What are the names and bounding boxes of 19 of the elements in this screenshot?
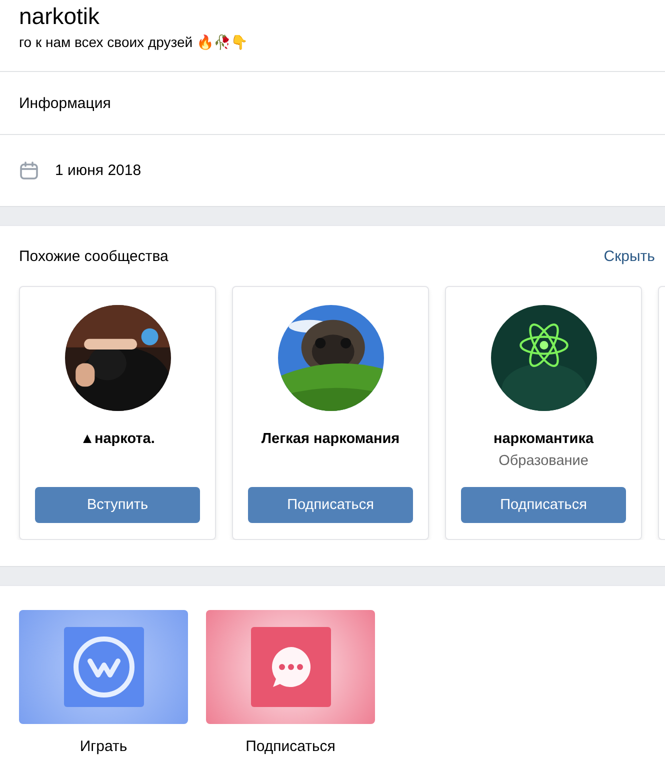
- community-name[interactable]: ▲наркота.: [80, 431, 155, 447]
- app-label: Играть: [80, 738, 128, 755]
- ring-logo-icon: [72, 635, 136, 699]
- subscribe-button[interactable]: Подписаться: [248, 487, 413, 523]
- community-title: narkotik: [19, 2, 101, 30]
- subscribe-button[interactable]: Подписаться: [461, 487, 626, 523]
- app-tile[interactable]: [19, 610, 188, 724]
- calendar-icon: [19, 160, 39, 180]
- community-category: Образование: [498, 453, 588, 469]
- community-status: го к нам всех своих друзей 🔥🥀👇: [19, 33, 249, 52]
- subscribe-button[interactable]: Вступить: [35, 487, 200, 523]
- creation-date: 1 июня 2018: [55, 162, 142, 179]
- info-link[interactable]: Информация: [19, 94, 111, 112]
- community-name[interactable]: наркомантика: [493, 431, 594, 447]
- app-label: Подписаться: [246, 738, 336, 755]
- hide-link[interactable]: Скрыть: [604, 248, 655, 264]
- section-title: Похожие сообщества: [19, 248, 168, 264]
- app-tile[interactable]: [206, 610, 375, 724]
- community-name[interactable]: Легкая наркомания: [261, 431, 400, 447]
